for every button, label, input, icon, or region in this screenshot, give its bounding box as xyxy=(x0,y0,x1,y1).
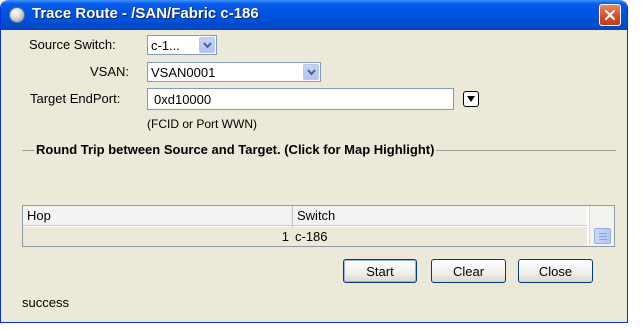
vsan-select[interactable]: VSAN0001 xyxy=(147,62,321,82)
scrollbar-thumb[interactable] xyxy=(594,228,611,244)
figure-id-watermark: 99093 xyxy=(630,262,640,322)
target-endport-label: Target EndPort: xyxy=(30,91,121,106)
source-switch-value: c-1... xyxy=(151,38,180,53)
group-title[interactable]: Round Trip between Source and Target. (C… xyxy=(34,142,437,157)
hop-cell: 1 xyxy=(281,229,289,244)
target-hint: (FCID or Port WWN) xyxy=(147,117,257,131)
vertical-scrollbar[interactable] xyxy=(589,206,614,246)
trace-results-table[interactable]: Hop Switch 1 c-186 xyxy=(22,205,615,247)
app-globe-icon xyxy=(9,7,25,23)
vsan-value: VSAN0001 xyxy=(151,65,216,80)
status-text: success xyxy=(22,295,69,310)
table-row[interactable]: 1 c-186 xyxy=(23,227,587,246)
source-switch-label: Source Switch: xyxy=(29,37,116,52)
close-x-icon xyxy=(604,9,616,21)
clear-button[interactable]: Clear xyxy=(431,259,506,283)
target-endport-input[interactable] xyxy=(148,89,453,109)
source-switch-select[interactable]: c-1... xyxy=(147,35,217,55)
title-bar[interactable]: Trace Route - /SAN/Fabric c-186 xyxy=(1,0,627,30)
target-endport-field[interactable] xyxy=(147,88,454,110)
window-title: Trace Route - /SAN/Fabric c-186 xyxy=(32,5,259,22)
trace-route-dialog: Trace Route - /SAN/Fabric c-186 Source S… xyxy=(0,0,628,323)
chevron-down-icon[interactable] xyxy=(199,37,215,53)
start-button[interactable]: Start xyxy=(343,259,417,283)
column-header-hop[interactable]: Hop xyxy=(27,208,51,223)
close-button[interactable]: Close xyxy=(518,259,593,283)
close-window-button[interactable] xyxy=(599,4,621,26)
target-dropdown-button[interactable] xyxy=(463,91,479,107)
dropdown-arrow-icon xyxy=(467,96,475,102)
switch-cell: c-186 xyxy=(295,229,328,244)
table-header: Hop Switch xyxy=(23,206,587,226)
chevron-down-icon[interactable] xyxy=(303,64,319,80)
column-header-switch[interactable]: Switch xyxy=(297,208,335,223)
vsan-label: VSAN: xyxy=(90,64,130,79)
